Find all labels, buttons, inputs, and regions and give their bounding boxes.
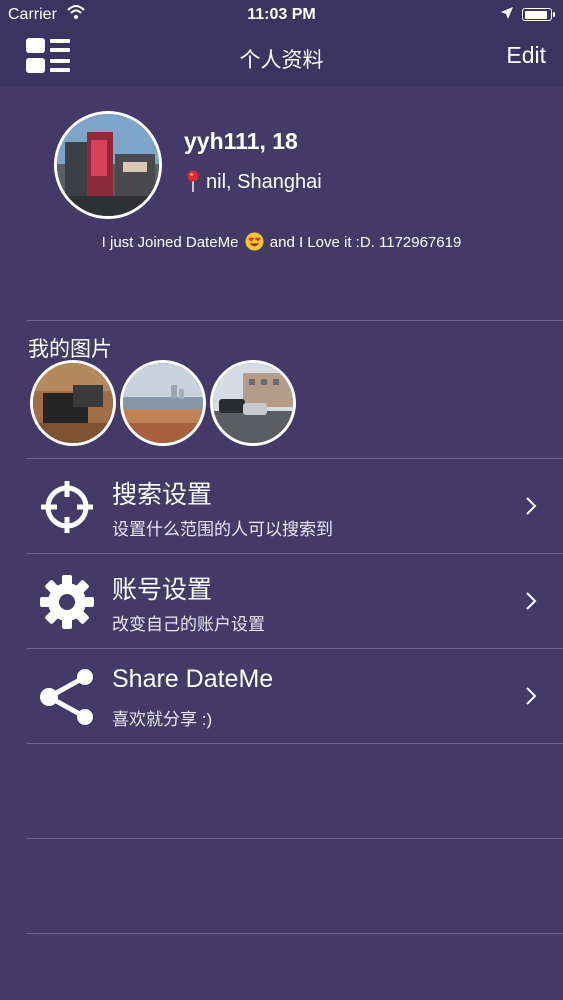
row-subtitle: 改变自己的账户设置 [112, 615, 265, 634]
crosshair-icon [41, 481, 93, 533]
avatar[interactable] [54, 111, 162, 219]
status-bar: Carrier 11:03 PM [0, 0, 563, 30]
nav-bar: 个人资料 Edit [0, 30, 563, 86]
location-text: nil, Shanghai [206, 171, 322, 193]
bio-text-start: I just Joined DateMe [101, 234, 239, 251]
row-title: 账号设置 [112, 576, 213, 604]
photo-thumbnail-2[interactable] [120, 360, 206, 446]
location-services-icon [501, 7, 513, 19]
battery-fill [524, 10, 547, 19]
chevron-right-icon [526, 497, 537, 515]
battery-icon [522, 8, 555, 21]
chevron-right-icon [526, 592, 537, 610]
profile-bio: I just Joined DateMe and I Love it :D. 1… [0, 232, 563, 251]
share-icon [40, 669, 93, 725]
bio-text-end: and I Love it :D. 1172967619 [269, 234, 462, 251]
heart-eyes-emoji-icon [245, 232, 264, 251]
clock: 11:03 PM [247, 6, 316, 23]
edit-button[interactable]: Edit [506, 42, 546, 69]
photos-section-title: 我的图片 [28, 338, 112, 361]
photo-thumbnail-3[interactable] [210, 360, 296, 446]
page-title: 个人资料 [239, 49, 324, 72]
divider [27, 320, 563, 321]
menu-row-share[interactable]: Share DateMe 喜欢就分享 :) [27, 649, 563, 743]
menu-row-search-settings[interactable]: 搜索设置 设置什么范围的人可以搜索到 [27, 459, 563, 553]
menu-row-account-settings[interactable]: 账号设置 改变自己的账户设置 [27, 554, 563, 648]
pin-icon [187, 170, 199, 192]
divider [27, 838, 563, 839]
photo-thumbnail-1[interactable] [30, 360, 116, 446]
row-title: Share DateMe [112, 665, 274, 693]
divider [27, 933, 563, 934]
chevron-right-icon [526, 687, 537, 705]
profile-name: yyh111, 18 [184, 128, 298, 154]
gear-icon [40, 575, 94, 629]
row-title: 搜索设置 [112, 481, 213, 509]
row-subtitle: 喜欢就分享 :) [112, 710, 213, 729]
divider [27, 743, 563, 744]
profile-location: nil, Shanghai [186, 170, 322, 194]
avatar-photo [57, 114, 159, 216]
row-subtitle: 设置什么范围的人可以搜索到 [112, 520, 333, 539]
